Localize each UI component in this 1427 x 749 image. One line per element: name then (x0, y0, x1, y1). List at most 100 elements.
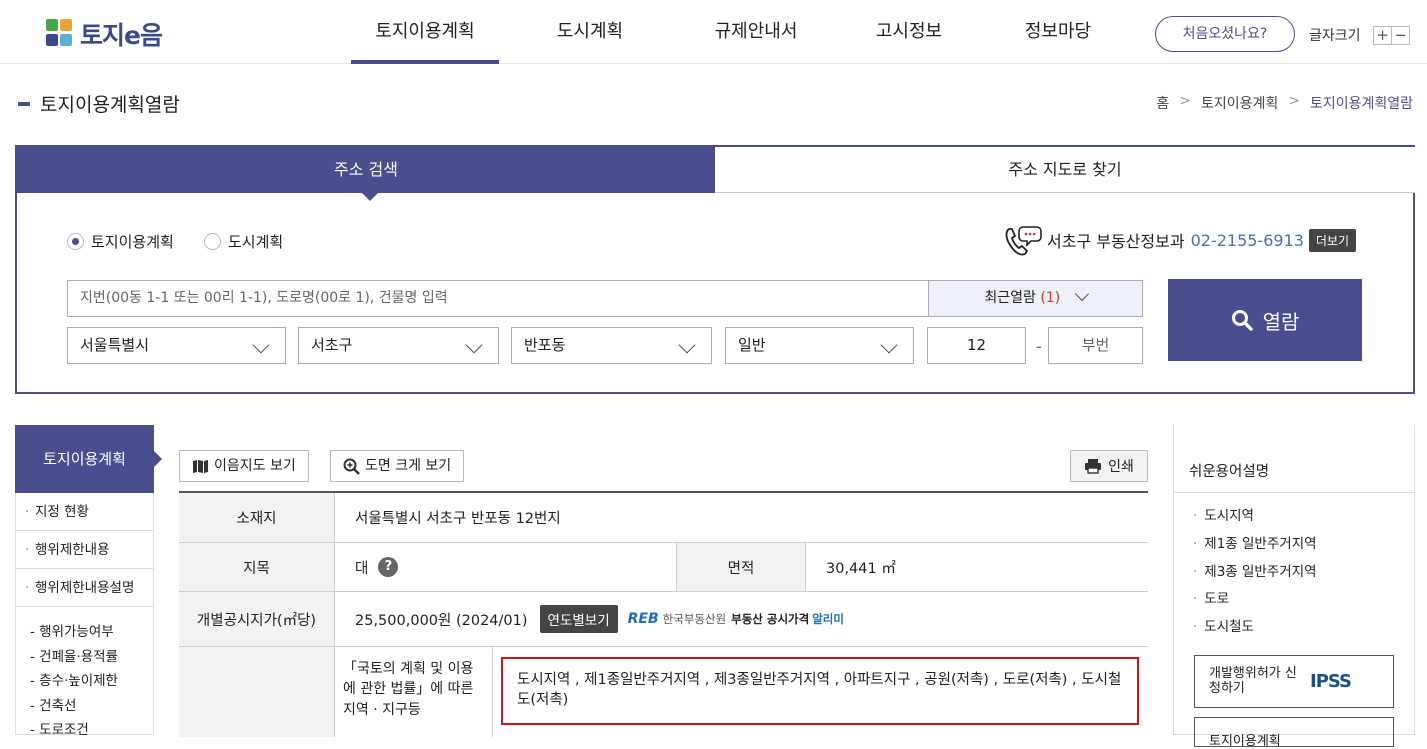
chevron-down-icon (465, 336, 483, 354)
main-nav: 토지이용계획 도시계획 규제안내서 고시정보 정보마당 (351, 0, 1129, 64)
font-increase-button[interactable]: + (1373, 26, 1392, 45)
nav-info[interactable]: 정보마당 (987, 0, 1129, 64)
glossary-term[interactable]: 도로 (1193, 587, 1229, 607)
year-view-button[interactable]: 연도별보기 (539, 605, 618, 633)
left-nav-sub-permitted[interactable]: - 행위가능여부 (30, 620, 114, 640)
breadcrumb-current[interactable]: 토지이용계획열람 (1310, 93, 1413, 113)
contact-info: 서초구 부동산정보과 02-2155-6913 더보기 (1003, 223, 1357, 257)
radio-unchecked-icon (204, 233, 221, 250)
left-nav-item-restriction-desc[interactable]: 행위제한내용설명 (15, 569, 154, 607)
font-decrease-button[interactable]: − (1391, 26, 1410, 45)
phone-label: 서초구 부동산정보과 (1047, 232, 1185, 251)
breadcrumb-home[interactable]: 홈 (1156, 93, 1169, 113)
nav-notice[interactable]: 고시정보 (831, 0, 987, 64)
radio-urban-plan[interactable]: 도시계획 (204, 231, 283, 252)
address-search-input[interactable]: 지번(00동 1-1 또는 00리 1-1), 도로명(00로 1), 건물명 … (67, 280, 929, 317)
left-nav-head[interactable]: 토지이용계획 (15, 425, 162, 493)
sido-value: 서울특별시 (80, 336, 150, 354)
radio-land-use[interactable]: 토지이용계획 (67, 231, 174, 252)
more-button[interactable]: 더보기 (1308, 228, 1357, 252)
enlarge-map-label: 도면 크게 보기 (365, 458, 452, 474)
print-label: 인쇄 (1108, 459, 1134, 475)
radio-urban-plan-label: 도시계획 (228, 233, 284, 251)
logo-mark-icon (44, 19, 74, 49)
left-nav-sub-building-line[interactable]: - 건축선 (30, 694, 76, 714)
glossary-term[interactable]: 제3종 일반주거지역 (1193, 560, 1316, 580)
breadcrumb: 홈 > 토지이용계획 > 토지이용계획열람 (1156, 93, 1413, 113)
print-button[interactable]: 인쇄 (1070, 450, 1148, 482)
location-value: 서울특별시 서초구 반포동 12번지 (355, 511, 561, 527)
price-header: 개별공시지가(㎡당) (179, 592, 335, 646)
reb-app: 알리미 (812, 612, 844, 626)
land-type-select[interactable]: 일반 (725, 327, 914, 364)
price-value: 25,500,000원 (2024/01) (355, 612, 528, 629)
ipss-link-button[interactable]: 개발행위허가 신청하기 IPSS (1194, 655, 1394, 708)
bonbun-input[interactable]: 12 (927, 327, 1026, 364)
first-visit-button[interactable]: 처음오셨나요? (1155, 16, 1295, 52)
table-row: 개별공시지가(㎡당) 25,500,000원 (2024/01) 연도별보기 R… (179, 592, 1148, 647)
phone-number[interactable]: 02-2155-6913 (1191, 231, 1304, 250)
left-nav-sub-coverage[interactable]: - 건폐율·용적률 (30, 645, 118, 665)
land-type-value: 일반 (738, 336, 766, 354)
glossary-term[interactable]: 도시지역 (1193, 504, 1254, 524)
table-row: 소재지 서울특별시 서초구 반포동 12번지 (179, 493, 1148, 543)
font-size-label: 글자크기 (1309, 28, 1361, 44)
left-nav-item-restriction[interactable]: 행위제한내용 (15, 531, 154, 569)
glossary-term[interactable]: 도시철도 (1193, 615, 1254, 635)
sidebar-divider (1174, 492, 1414, 493)
tab-map-search[interactable]: 주소 지도로 찾기 (715, 147, 1415, 193)
area-header: 면적 (676, 543, 806, 591)
help-icon[interactable]: ? (378, 557, 399, 577)
map-view-button[interactable]: 이음지도 보기 (179, 450, 309, 482)
reb-mark-icon: REB (627, 611, 659, 627)
sido-select[interactable]: 서울특별시 (67, 327, 286, 364)
logo[interactable]: 토지e음 (44, 16, 163, 52)
nav-regulation-guide[interactable]: 규제안내서 (681, 0, 831, 64)
breadcrumb-land-use[interactable]: 토지이용계획 (1201, 93, 1278, 113)
price-cell: 25,500,000원 (2024/01) 연도별보기 REB 한국부동산원 부… (355, 592, 844, 646)
chevron-down-icon (678, 336, 696, 354)
view-button[interactable]: 열람 (1168, 279, 1362, 361)
table-row: 「국토의 계획 및 이용에 관한 법률」에 따른 지역 · 지구등 도시지역 ,… (179, 647, 1148, 737)
jimok-header: 지목 (179, 543, 335, 591)
area-value: 30,441 ㎡ (826, 560, 896, 577)
table-row: 지목 대 ? 면적 30,441 ㎡ (179, 543, 1148, 592)
recent-view-dropdown[interactable]: 최근열람 (1) (928, 280, 1143, 317)
ipss-label: 개발행위허가 신청하기 (1209, 666, 1297, 696)
map-icon (193, 459, 208, 473)
sigungu-select[interactable]: 서초구 (298, 327, 499, 364)
jimok-cell: 대 ? (355, 543, 399, 591)
map-view-label: 이음지도 보기 (214, 458, 296, 474)
location-header: 소재지 (179, 493, 335, 542)
bubun-input[interactable]: 부번 (1048, 327, 1143, 364)
chevron-right-icon: > (1179, 93, 1191, 109)
enlarge-map-button[interactable]: 도면 크게 보기 (330, 450, 465, 482)
left-nav-sub-road[interactable]: - 도로조건 (30, 718, 89, 738)
printer-icon (1085, 459, 1102, 474)
title-marker (18, 101, 30, 106)
zoom-in-icon (343, 458, 360, 475)
law-label: 「국토의 계획 및 이용에 관한 법률」에 따른 지역 · 지구등 (335, 647, 493, 737)
left-nav-sub-height[interactable]: - 층수·높이제한 (30, 669, 118, 689)
left-nav-item-designation[interactable]: 지정 현황 (15, 493, 154, 531)
jimok-value: 대 (355, 560, 369, 577)
land-use-link-label: 토지이용계획 (1209, 734, 1281, 749)
nav-land-use[interactable]: 토지이용계획 (351, 0, 499, 64)
glossary-term[interactable]: 제1종 일반주거지역 (1193, 532, 1316, 552)
zone-header-blank (179, 647, 335, 737)
tab-address-search[interactable]: 주소 검색 (17, 147, 715, 201)
chevron-down-icon (252, 336, 270, 354)
font-size-controls: + − (1373, 26, 1410, 45)
sigungu-value: 서초구 (311, 336, 353, 354)
chevron-down-icon (1074, 286, 1089, 302)
phone-icon (1005, 226, 1042, 256)
nav-urban-plan[interactable]: 도시계획 (499, 0, 681, 64)
land-use-link-button[interactable]: 토지이용계획 (1194, 717, 1394, 749)
ipss-logo: IPSS (1310, 671, 1352, 692)
dong-select[interactable]: 반포동 (511, 327, 712, 364)
reb-logo[interactable]: REB 한국부동산원 부동산 공시가격 알리미 (628, 611, 844, 627)
logo-text: 토지e음 (80, 21, 163, 50)
recent-label: 최근열람 (984, 290, 1036, 306)
reb-service: 부동산 공시가격 (731, 612, 810, 626)
page-title: 토지이용계획열람 (40, 94, 180, 116)
